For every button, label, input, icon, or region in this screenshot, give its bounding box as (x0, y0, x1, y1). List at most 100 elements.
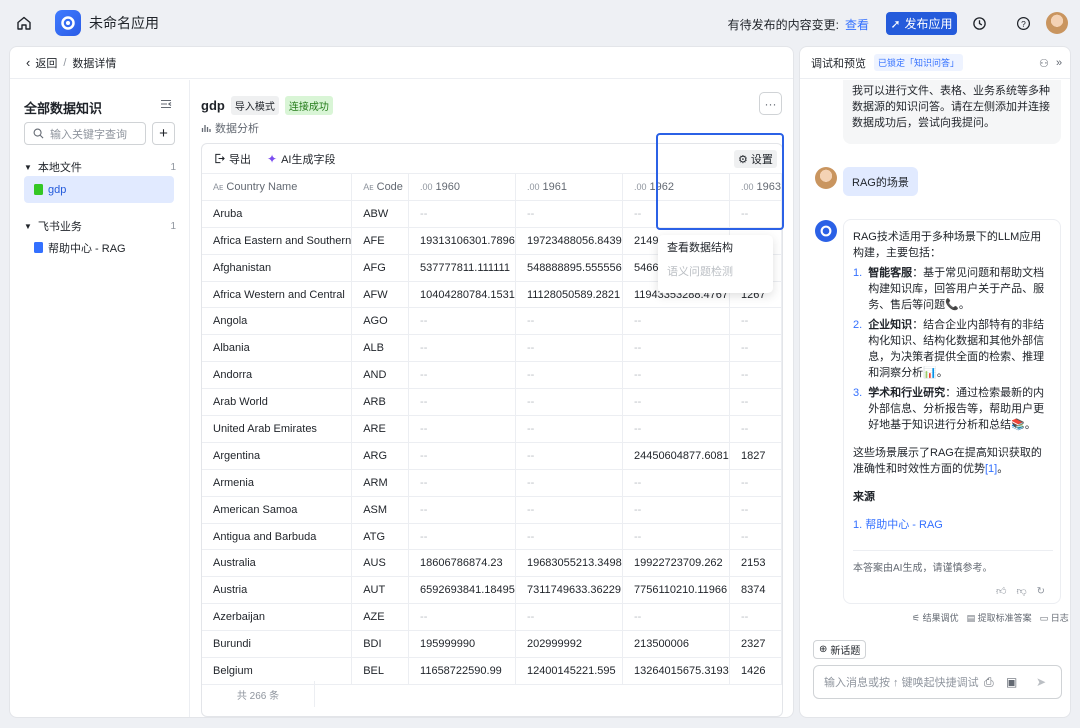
history-icon[interactable] (969, 13, 989, 33)
send-icon[interactable]: ➤ (1036, 675, 1046, 689)
excel-file-icon (34, 184, 43, 195)
table-cell: -- (729, 496, 782, 524)
extract-answer-link[interactable]: ▤ 提取标准答案 (967, 611, 1032, 624)
collapse-sidebar-icon[interactable] (160, 98, 172, 113)
column-header[interactable]: Aᴇ Country Name (202, 173, 353, 201)
log-link[interactable]: ▭ 日志 (1040, 611, 1069, 624)
tune-results-link[interactable]: ⚟ 结果调优 (912, 611, 959, 624)
table-row[interactable]: United Arab Emirates ARE -- -- -- -- (202, 415, 782, 443)
table-cell: United Arab Emirates (202, 415, 353, 443)
summary-text: 这些场景展示了RAG在提高知识获取的准确性和时效性方面的优势 (853, 447, 1042, 475)
user-settings-icon[interactable]: ⚇ (1039, 57, 1049, 70)
table-row[interactable]: Aruba ABW -- -- -- -- (202, 200, 782, 228)
table-row[interactable]: Argentina ARG -- -- 24450604877.6081 1827 (202, 442, 782, 470)
sidebar-search-input[interactable]: 输入关键字查询 (24, 122, 146, 145)
number-type-icon: .00 (526, 181, 540, 192)
add-knowledge-button[interactable]: + (152, 122, 175, 145)
table-cell: Afghanistan (202, 254, 353, 282)
back-link[interactable]: 返回 (35, 55, 57, 71)
table-cell: -- (622, 496, 730, 524)
caret-down-icon: ▼ (24, 162, 32, 172)
data-table-card: 导出 ✦ AI生成字段 ⚙ 设置 Aᴇ Country Name Aᴇ Code .00… (201, 143, 783, 717)
knowledge-sidebar: 全部数据知识 输入关键字查询 + ▼ 本地文件 1 gdp ▼ 飞书业务 1 帮… (10, 80, 190, 717)
input-placeholder: 输入消息或按 ↑ 键唤起快捷调试 (824, 677, 979, 689)
new-topic-label: 新话题 (830, 646, 861, 657)
group-feishu[interactable]: ▼ 飞书业务 1 (24, 218, 176, 234)
sidebar-item-gdp[interactable]: gdp (24, 176, 174, 203)
new-topic-button[interactable]: ⊕ 新话题 (813, 640, 867, 659)
table-row[interactable]: Andorra AND -- -- -- -- (202, 361, 782, 390)
settings-button[interactable]: ⚙ 设置 (734, 150, 777, 168)
dataset-header: gdp 导入模式 连接成功 (201, 96, 333, 115)
table-cell: -- (622, 469, 730, 497)
image-icon[interactable]: ▣ (1006, 675, 1017, 689)
table-row[interactable]: Australia AUS 18606786874.23 19683055213.34… (202, 549, 782, 578)
app-logo-icon (55, 10, 81, 36)
table-row[interactable]: Arab World ARB -- -- -- -- (202, 388, 782, 417)
column-header[interactable]: .00 1961 (515, 173, 623, 201)
sidebar-item-help-center[interactable]: 帮助中心 - RAG (24, 234, 174, 261)
table-cell: -- (515, 442, 623, 470)
table-cell: -- (408, 307, 516, 336)
column-header[interactable]: .00 1962 (622, 173, 730, 201)
help-icon[interactable]: ? (1013, 13, 1033, 33)
table-cell: -- (622, 415, 730, 443)
collapse-panel-icon[interactable]: » (1056, 57, 1062, 69)
table-cell: Antigua and Barbuda (202, 523, 353, 551)
back-chevron-icon[interactable]: ‹ (26, 55, 30, 70)
point-number: 3. (853, 387, 863, 399)
table-row[interactable]: Armenia ARM -- -- -- -- (202, 469, 782, 497)
table-cell: AUS (351, 549, 410, 578)
regenerate-icon[interactable]: ↻ (1037, 584, 1045, 600)
group-label: 本地文件 (37, 162, 82, 174)
export-label: 导出 (229, 153, 251, 166)
citation-link[interactable]: [1] (985, 463, 997, 475)
table-cell: AUT (351, 576, 410, 605)
app-name: 未命名应用 (89, 15, 159, 31)
table-row[interactable]: Antigua and Barbuda ATG -- -- -- -- (202, 523, 782, 551)
home-icon[interactable] (11, 10, 37, 36)
table-cell: -- (408, 496, 516, 524)
view-changes-link[interactable]: 查看 (845, 18, 869, 32)
more-options-button[interactable]: ··· (759, 92, 782, 115)
table-cell: -- (729, 307, 782, 336)
column-header[interactable]: .00 1960 (408, 173, 516, 201)
table-row[interactable]: Angola AGO -- -- -- -- (202, 307, 782, 336)
import-mode-tag: 导入模式 (230, 96, 279, 115)
export-button[interactable]: 导出 (214, 151, 251, 167)
number-type-icon: .00 (633, 181, 647, 192)
point-title: 学术和行业研究 (868, 387, 946, 399)
table-cell: 19922723709.262 (622, 549, 730, 578)
source-link[interactable]: 1. 帮助中心 - RAG (853, 517, 1051, 533)
column-label: 1963 (756, 180, 781, 193)
table-cell: BDI (351, 630, 410, 659)
table-cell: Argentina (202, 442, 353, 470)
ai-field-button[interactable]: ✦ AI生成字段 (267, 151, 335, 167)
attachment-icon[interactable]: ⎙ (984, 675, 994, 690)
search-icon (33, 128, 44, 139)
group-local-files[interactable]: ▼ 本地文件 1 (24, 159, 176, 175)
table-row[interactable]: Austria AUT 6592693841.18495 7311749633.362… (202, 576, 782, 605)
column-header[interactable]: Aᴇ Code (351, 173, 410, 201)
column-header[interactable]: .00 1963 (729, 173, 782, 201)
table-cell: AND (351, 361, 410, 390)
meta-label: 结果调优 (922, 613, 959, 623)
table-row[interactable]: American Samoa ASM -- -- -- -- (202, 496, 782, 524)
publish-button[interactable]: ➚ 发布应用 (886, 12, 957, 35)
ai-disclaimer: 本答案由AI生成，请谨慎参考。 (853, 550, 1053, 577)
ai-field-label: AI生成字段 (281, 153, 336, 166)
thumbs-up-icon[interactable]: 👍︎ (996, 584, 1006, 600)
pending-changes: 有待发布的内容变更: 查看 (728, 16, 869, 33)
group-count: 1 (170, 161, 176, 173)
table-row[interactable]: Azerbaijan AZE -- -- -- -- (202, 603, 782, 632)
table-row[interactable]: Albania ALB -- -- -- -- (202, 334, 782, 363)
menu-item-view-structure[interactable]: 查看数据结构 (658, 235, 773, 259)
message-input[interactable]: 输入消息或按 ↑ 键唤起快捷调试 ⎙ ▣ ➤ (813, 665, 1062, 699)
thumbs-down-icon[interactable]: 👎︎ (1016, 584, 1026, 600)
table-cell: -- (515, 334, 623, 363)
user-avatar[interactable] (1046, 12, 1068, 34)
menu-item-semantic-check[interactable]: 语义问题检测 (658, 259, 773, 283)
answer-meta-links: ⚟ 结果调优 ▤ 提取标准答案 ▭ 日志 (912, 611, 1069, 624)
table-cell: -- (408, 334, 516, 363)
table-row[interactable]: Burundi BDI 195999990 202999992 213500006 232… (202, 630, 782, 659)
